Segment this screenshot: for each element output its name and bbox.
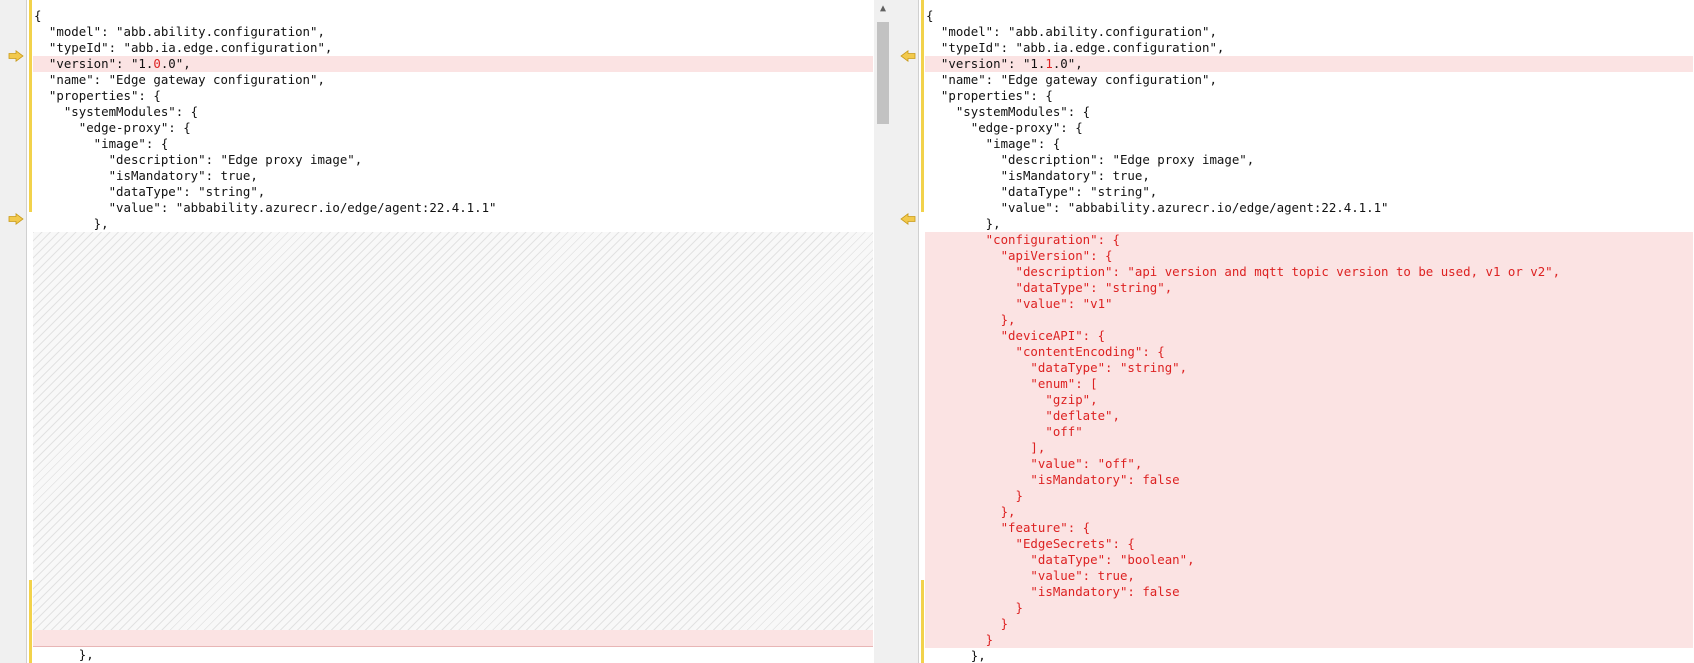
added-code-line: }: [925, 600, 1693, 616]
added-code-line: },: [925, 504, 1693, 520]
code-line: },: [34, 647, 94, 662]
code-line: "typeId": "abb.ia.edge.configuration",: [926, 40, 1225, 55]
arrow-right-icon[interactable]: [8, 213, 24, 225]
added-code-line: "contentEncoding": {: [925, 344, 1693, 360]
added-code-line: "dataType": "string",: [925, 360, 1693, 376]
code-line: "typeId": "abb.ia.edge.configuration",: [34, 40, 333, 55]
code-line: "isMandatory": true,: [34, 168, 258, 183]
added-code-line: }: [925, 632, 1693, 648]
added-code-line: },: [925, 312, 1693, 328]
added-code-line: "enum": [: [925, 376, 1693, 392]
left-gutter-divider: [26, 0, 27, 663]
right-gutter: [892, 0, 918, 663]
code-line: "properties": {: [34, 88, 161, 103]
added-code-line: "isMandatory": false: [925, 472, 1693, 488]
code-line: "name": "Edge gateway configuration",: [34, 72, 325, 87]
placeholder-line: [33, 630, 873, 647]
added-code-line: "description": "api version and mqtt top…: [925, 264, 1693, 280]
code-line: "systemModules": {: [34, 104, 199, 119]
added-code-line: "apiVersion": {: [925, 248, 1693, 264]
code-line: {: [34, 8, 42, 23]
left-vertical-scrollbar[interactable]: ▲: [874, 0, 892, 663]
added-code-line: "feature": {: [925, 520, 1693, 536]
added-code-line: "value": true,: [925, 568, 1693, 584]
added-code-line: ],: [925, 440, 1693, 456]
left-code-editor[interactable]: { "model": "abb.ability.configuration", …: [33, 8, 873, 663]
added-code-line: "off": [925, 424, 1693, 440]
added-code-line: "value": "v1": [925, 296, 1693, 312]
added-code-line: "deviceAPI": {: [925, 328, 1693, 344]
arrow-left-icon[interactable]: [900, 50, 916, 62]
arrow-right-icon[interactable]: [8, 50, 24, 62]
left-diff-pane[interactable]: { "model": "abb.ability.configuration", …: [0, 0, 892, 663]
added-code-line: "EdgeSecrets": {: [925, 536, 1693, 552]
code-line: "properties": {: [926, 88, 1053, 103]
code-line: "value": "abbability.azurecr.io/edge/age…: [34, 200, 497, 215]
added-code-line: "isMandatory": false: [925, 584, 1693, 600]
code-line: "image": {: [34, 136, 169, 151]
code-line: "isMandatory": true,: [926, 168, 1150, 183]
left-gutter: [0, 0, 26, 663]
code-line: "description": "Edge proxy image",: [926, 152, 1255, 167]
added-code-line: "dataType": "string",: [925, 280, 1693, 296]
added-code-line: "value": "off",: [925, 456, 1693, 472]
scrollbar-thumb[interactable]: [877, 22, 889, 124]
code-line: "dataType": "string",: [34, 184, 266, 199]
right-change-bar: [921, 0, 924, 212]
right-change-bar: [921, 580, 924, 663]
code-line: "model": "abb.ability.configuration",: [926, 24, 1217, 39]
code-line: "model": "abb.ability.configuration",: [34, 24, 325, 39]
code-line: "description": "Edge proxy image",: [34, 152, 363, 167]
right-diff-pane[interactable]: { "model": "abb.ability.configuration", …: [892, 0, 1694, 663]
code-line: "edge-proxy": {: [926, 120, 1083, 135]
left-change-bar: [29, 580, 32, 663]
added-code-line: }: [925, 488, 1693, 504]
code-line: "image": {: [926, 136, 1061, 151]
code-line: },: [34, 216, 109, 231]
added-code-line: }: [925, 616, 1693, 632]
code-line: "name": "Edge gateway configuration",: [926, 72, 1217, 87]
code-line: "value": "abbability.azurecr.io/edge/age…: [926, 200, 1389, 215]
left-change-bar: [29, 0, 32, 212]
code-line: },: [926, 648, 986, 663]
version-line-left: "version": "1.0.0",: [33, 56, 873, 72]
arrow-left-icon[interactable]: [900, 213, 916, 225]
code-line: "edge-proxy": {: [34, 120, 191, 135]
right-gutter-divider: [918, 0, 919, 663]
added-code-line: "gzip",: [925, 392, 1693, 408]
code-line: "dataType": "string",: [926, 184, 1158, 199]
code-line: {: [926, 8, 934, 23]
added-code-line: "configuration": {: [925, 232, 1693, 248]
added-code-line: "deflate",: [925, 408, 1693, 424]
right-code-editor[interactable]: { "model": "abb.ability.configuration", …: [925, 8, 1693, 663]
code-line: "systemModules": {: [926, 104, 1091, 119]
chevron-up-icon[interactable]: ▲: [874, 0, 892, 18]
version-line-right: "version": "1.1.0",: [925, 56, 1693, 72]
missing-block-placeholder: [33, 232, 873, 630]
added-code-line: "dataType": "boolean",: [925, 552, 1693, 568]
code-line: },: [926, 216, 1001, 231]
